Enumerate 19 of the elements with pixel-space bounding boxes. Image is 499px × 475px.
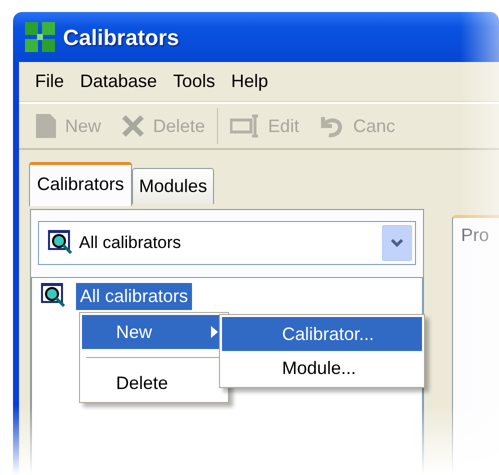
menu-item[interactable]: Module...: [222, 351, 422, 385]
dropdown-button[interactable]: [382, 225, 412, 261]
filter-dropdown[interactable]: All calibrators: [38, 221, 416, 265]
page-icon: [35, 113, 57, 139]
window-title: Calibrators: [63, 24, 180, 52]
tree-item[interactable]: All calibrators: [76, 282, 192, 310]
menu-item[interactable]: Calibrator...: [222, 317, 422, 351]
menu-item[interactable]: Database: [72, 68, 166, 95]
magnifier-icon: [40, 282, 68, 310]
app-logo-icon: [25, 22, 55, 52]
menu-item[interactable]: Tools: [165, 68, 224, 95]
cross-icon: [121, 114, 146, 138]
tab[interactable]: Calibrators: [29, 162, 132, 206]
menu-item[interactable]: File: [27, 68, 72, 95]
menu-item[interactable]: Help: [223, 68, 276, 95]
magnifier-icon: [47, 229, 75, 257]
tab[interactable]: Modules: [132, 168, 214, 204]
edit-icon: [230, 114, 260, 138]
chevron-icon: [390, 238, 404, 248]
